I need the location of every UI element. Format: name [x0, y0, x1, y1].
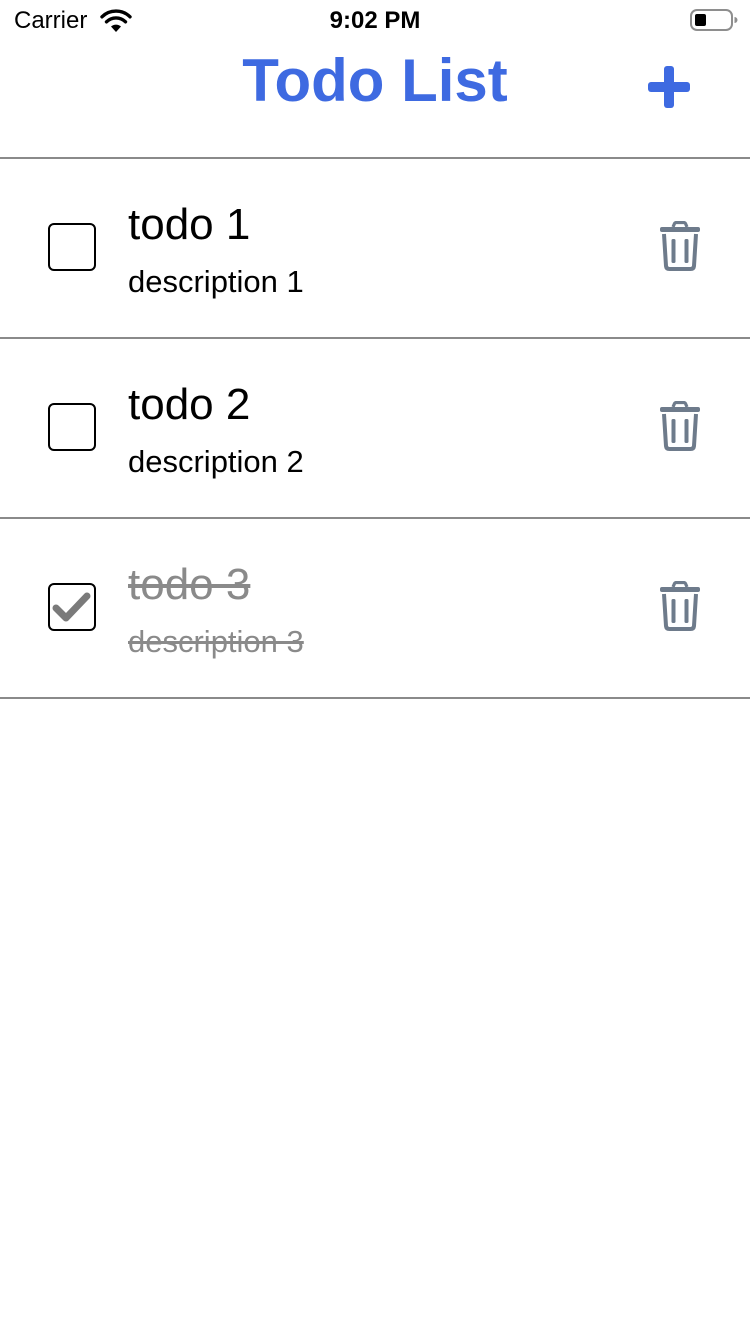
checkmark-icon — [52, 592, 91, 622]
navigation-bar: Todo List — [0, 40, 750, 159]
todo-checkbox[interactable] — [48, 583, 96, 631]
trash-icon — [660, 580, 700, 631]
todo-title: todo 3 — [128, 560, 251, 609]
delete-todo-button[interactable] — [658, 580, 702, 631]
add-todo-button[interactable] — [640, 58, 698, 116]
trash-icon — [660, 400, 700, 451]
todo-list: todo 1 description 1 todo 2 description … — [0, 159, 750, 699]
page-title: Todo List — [242, 47, 508, 114]
delete-todo-button[interactable] — [658, 220, 702, 271]
trash-icon — [660, 220, 700, 271]
todo-description: description 1 — [128, 264, 304, 299]
delete-todo-button[interactable] — [658, 400, 702, 451]
battery-icon — [690, 8, 738, 32]
todo-row[interactable]: todo 3 description 3 — [0, 519, 750, 699]
todo-title: todo 2 — [128, 380, 251, 429]
todo-row[interactable]: todo 2 description 2 — [0, 339, 750, 519]
todo-description: description 3 — [128, 624, 304, 659]
status-time: 9:02 PM — [329, 7, 421, 34]
todo-row[interactable]: todo 1 description 1 — [0, 159, 750, 339]
plus-icon — [648, 66, 690, 108]
todo-checkbox[interactable] — [48, 223, 96, 271]
status-bar: Carrier 9:02 PM — [0, 0, 750, 40]
todo-description: description 2 — [128, 444, 304, 479]
todo-title: todo 1 — [128, 200, 251, 249]
todo-checkbox[interactable] — [48, 403, 96, 451]
